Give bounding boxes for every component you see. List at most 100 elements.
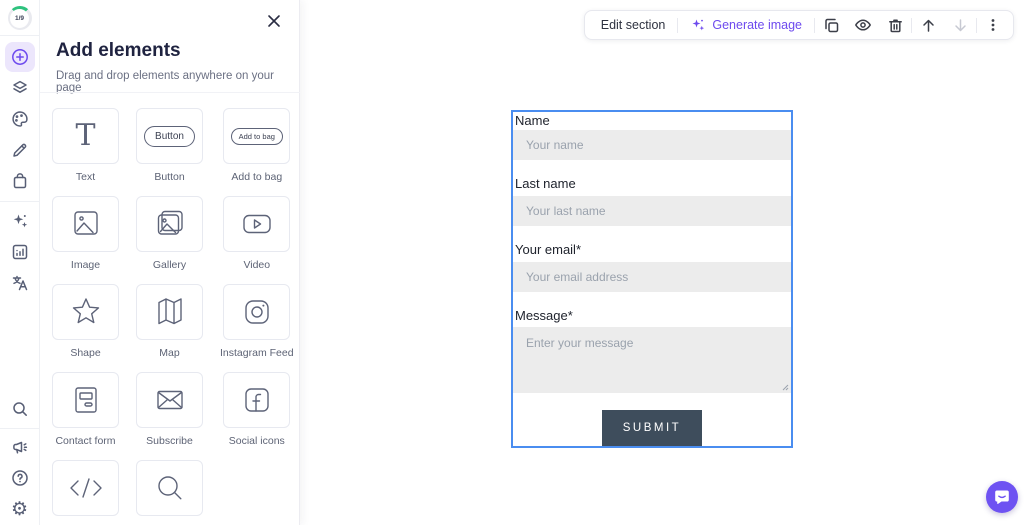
element-image[interactable]: Image bbox=[52, 196, 119, 271]
close-panel-button[interactable] bbox=[265, 12, 283, 30]
element-card[interactable] bbox=[52, 460, 119, 516]
chat-bubble-icon bbox=[994, 489, 1010, 505]
element-card[interactable]: T bbox=[52, 108, 119, 164]
element-video[interactable]: Video bbox=[220, 196, 294, 271]
element-social-icons[interactable]: Social icons bbox=[220, 372, 294, 447]
embed-code-icon bbox=[68, 475, 104, 501]
move-section-up-button[interactable] bbox=[912, 11, 944, 39]
sidebar-item-ai-tools[interactable] bbox=[5, 206, 35, 236]
element-card[interactable] bbox=[136, 460, 203, 516]
facebook-icon bbox=[241, 384, 273, 416]
sidebar-item-edit[interactable] bbox=[5, 135, 35, 165]
section-toolbar: Edit section Generate image bbox=[584, 10, 1014, 40]
translate-icon bbox=[10, 273, 30, 293]
shopping-bag-icon bbox=[10, 171, 30, 191]
gear-icon: ⚙ bbox=[11, 500, 28, 519]
map-icon bbox=[153, 297, 187, 327]
element-card[interactable] bbox=[136, 284, 203, 340]
move-section-down-button[interactable] bbox=[944, 11, 976, 39]
field-label: Your email* bbox=[515, 242, 581, 257]
megaphone-icon bbox=[10, 437, 30, 457]
palette-icon bbox=[10, 109, 30, 129]
delete-section-button[interactable] bbox=[879, 11, 911, 39]
field-label: Name bbox=[515, 113, 550, 128]
rail-divider bbox=[0, 35, 40, 36]
trash-icon bbox=[887, 17, 904, 34]
kebab-menu-icon bbox=[985, 17, 1001, 33]
element-card[interactable] bbox=[223, 284, 290, 340]
video-icon bbox=[240, 209, 274, 239]
sidebar-item-website-style[interactable] bbox=[5, 104, 35, 134]
duplicate-icon bbox=[823, 17, 840, 34]
panel-title: Add elements bbox=[56, 40, 181, 62]
layers-icon bbox=[10, 78, 30, 98]
edit-section-button[interactable]: Edit section bbox=[589, 18, 678, 32]
sidebar-item-add-elements[interactable] bbox=[5, 42, 35, 72]
question-circle-icon bbox=[10, 468, 30, 488]
left-icon-rail: 1/9 bbox=[0, 0, 40, 525]
contact-form-section[interactable]: Name Last name Your email* Message* SUBM… bbox=[511, 110, 793, 448]
element-add-to-bag[interactable]: Add to bag Add to bag bbox=[220, 108, 294, 183]
arrow-down-icon bbox=[952, 17, 969, 34]
sidebar-item-layers[interactable] bbox=[5, 73, 35, 103]
panel-subtitle: Drag and drop elements anywhere on your … bbox=[56, 70, 299, 94]
rail-divider bbox=[0, 428, 40, 429]
eye-icon bbox=[854, 16, 872, 34]
gallery-icon bbox=[153, 209, 187, 239]
element-card[interactable] bbox=[223, 196, 290, 252]
image-icon bbox=[69, 209, 103, 239]
element-card[interactable] bbox=[136, 372, 203, 428]
ai-sparkles-icon bbox=[690, 17, 706, 33]
element-map[interactable]: Map bbox=[136, 284, 203, 359]
bar-chart-icon bbox=[10, 242, 30, 262]
duplicate-section-button[interactable] bbox=[815, 11, 847, 39]
sidebar-item-help[interactable] bbox=[5, 463, 35, 493]
element-text[interactable]: T Text bbox=[52, 108, 119, 183]
search-icon bbox=[10, 399, 30, 419]
element-card[interactable] bbox=[52, 284, 119, 340]
element-card[interactable] bbox=[223, 372, 290, 428]
text-icon: T bbox=[75, 121, 95, 151]
star-icon bbox=[69, 296, 103, 328]
element-subscribe[interactable]: Subscribe bbox=[136, 372, 203, 447]
arrow-up-icon bbox=[920, 17, 937, 34]
preview-section-button[interactable] bbox=[847, 11, 879, 39]
element-card[interactable]: Button bbox=[136, 108, 203, 164]
sidebar-item-search[interactable] bbox=[5, 394, 35, 424]
website-builder: 1/9 bbox=[0, 0, 1024, 525]
element-gallery[interactable]: Gallery bbox=[136, 196, 203, 271]
submit-button[interactable]: SUBMIT bbox=[602, 410, 702, 446]
last-name-field[interactable] bbox=[513, 196, 791, 226]
element-card[interactable] bbox=[136, 196, 203, 252]
page-canvas: Edit section Generate image bbox=[300, 0, 1024, 525]
setup-progress-label: 1/9 bbox=[10, 9, 29, 28]
element-card[interactable] bbox=[52, 196, 119, 252]
element-instagram-feed[interactable]: Instagram Feed bbox=[220, 284, 294, 359]
more-options-button[interactable] bbox=[977, 11, 1009, 39]
close-icon bbox=[267, 14, 281, 28]
rail-divider bbox=[0, 201, 40, 202]
setup-progress-badge[interactable]: 1/9 bbox=[8, 6, 32, 30]
element-card[interactable] bbox=[52, 372, 119, 428]
chat-launcher-button[interactable] bbox=[986, 481, 1018, 513]
sidebar-item-analytics[interactable] bbox=[5, 237, 35, 267]
plus-circle-icon bbox=[10, 47, 30, 67]
sidebar-item-languages[interactable] bbox=[5, 268, 35, 298]
element-contact-form[interactable]: Contact form bbox=[52, 372, 119, 447]
sidebar-item-settings[interactable]: ⚙ bbox=[5, 494, 35, 524]
contact-form-icon bbox=[69, 384, 103, 416]
element-embed-code[interactable] bbox=[52, 460, 119, 523]
instagram-icon bbox=[241, 296, 273, 328]
name-field[interactable] bbox=[513, 130, 791, 160]
element-shape[interactable]: Shape bbox=[52, 284, 119, 359]
element-card[interactable]: Add to bag bbox=[223, 108, 290, 164]
email-field[interactable] bbox=[513, 262, 791, 292]
search-icon bbox=[154, 472, 186, 504]
generate-image-button[interactable]: Generate image bbox=[678, 17, 814, 33]
sidebar-item-store[interactable] bbox=[5, 166, 35, 196]
element-button[interactable]: Button Button bbox=[136, 108, 203, 183]
message-field[interactable] bbox=[513, 327, 791, 393]
element-search[interactable] bbox=[136, 460, 203, 523]
panel-divider bbox=[40, 92, 300, 93]
sidebar-item-marketing[interactable] bbox=[5, 432, 35, 462]
